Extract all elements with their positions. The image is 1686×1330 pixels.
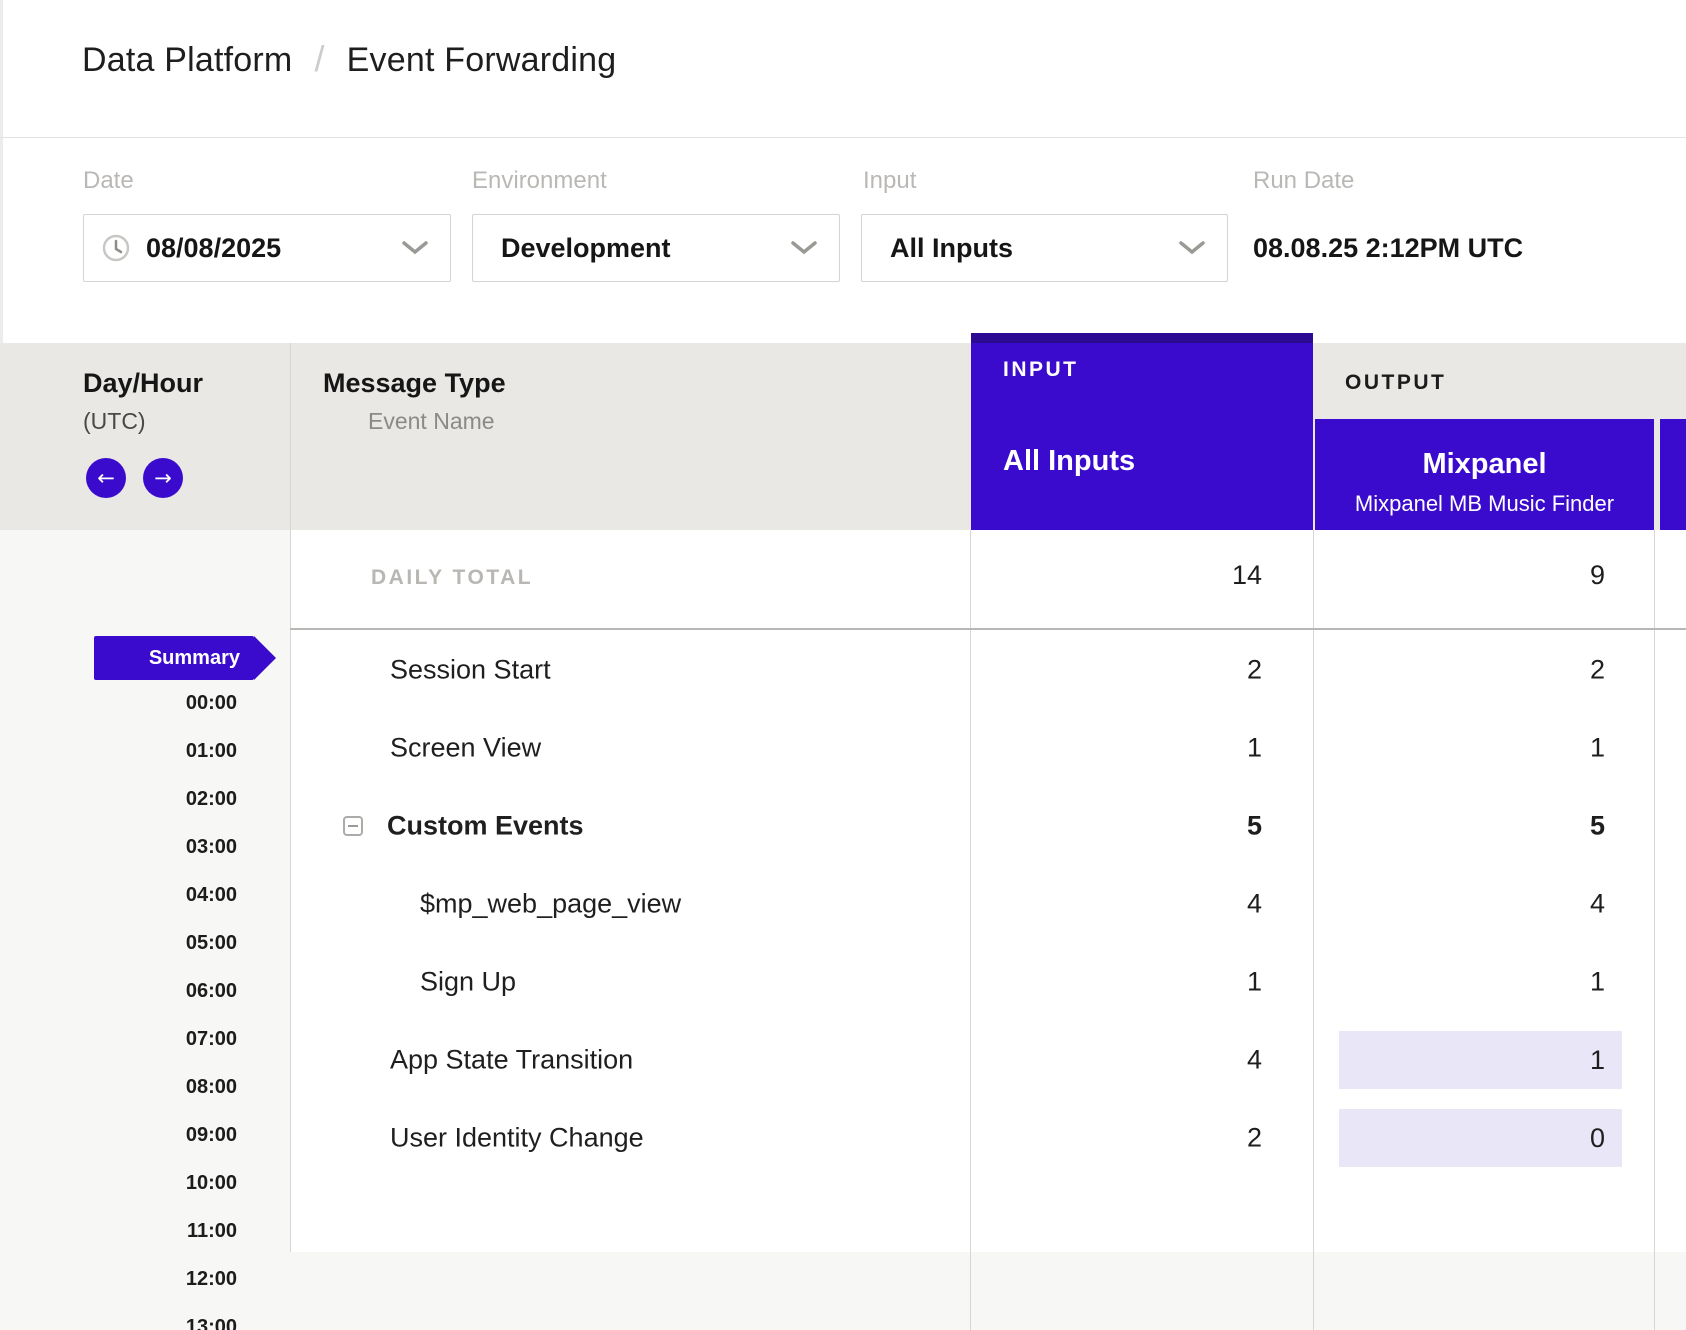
row-output-value: 1 xyxy=(1315,733,1605,764)
output-column-header-next[interactable] xyxy=(1660,419,1686,530)
table-row-custom-events: Custom Events 5 5 xyxy=(290,787,1686,865)
hour-label[interactable]: 10:00 xyxy=(82,1172,237,1200)
input-column-header[interactable]: INPUT All Inputs xyxy=(971,333,1313,530)
previous-day-button[interactable]: ← xyxy=(86,458,126,498)
hour-label[interactable]: 05:00 xyxy=(82,932,237,960)
table-footer-band xyxy=(290,1252,1686,1330)
row-label: User Identity Change xyxy=(390,1123,644,1154)
hour-label[interactable]: 13:00 xyxy=(82,1316,237,1330)
row-input-value: 2 xyxy=(971,1123,1262,1154)
table-row: Session Start 2 2 xyxy=(290,631,1686,709)
hour-label[interactable]: 12:00 xyxy=(82,1268,237,1296)
row-label: $mp_web_page_view xyxy=(420,889,681,920)
run-date-label: Run Date xyxy=(1253,167,1354,195)
header-divider xyxy=(0,137,1686,138)
input-column-accent-strip xyxy=(971,333,1313,343)
row-input-value: 1 xyxy=(971,733,1262,764)
row-output-value: 1 xyxy=(1315,967,1605,998)
date-label: Date xyxy=(83,167,134,195)
input-value: All Inputs xyxy=(890,233,1013,264)
row-label: Custom Events xyxy=(387,811,584,842)
hour-label[interactable]: 00:00 xyxy=(82,692,237,720)
breadcrumb-separator: / xyxy=(314,38,324,80)
message-type-header: Message Type xyxy=(323,368,506,399)
row-label: Screen View xyxy=(390,733,541,764)
chevron-down-icon xyxy=(402,241,428,255)
row-input-value: 1 xyxy=(971,967,1262,998)
output-column-subtitle: Mixpanel MB Music Finder xyxy=(1315,491,1654,517)
hour-label[interactable]: 01:00 xyxy=(82,740,237,768)
output-column-header-mixpanel[interactable]: Mixpanel Mixpanel MB Music Finder xyxy=(1315,419,1654,530)
row-output-value-highlighted: 0 xyxy=(1339,1109,1622,1167)
row-output-value: 2 xyxy=(1315,655,1605,686)
row-input-value: 4 xyxy=(971,889,1262,920)
day-hour-subtitle: (UTC) xyxy=(83,408,146,435)
row-label: App State Transition xyxy=(390,1045,633,1076)
row-label: Sign Up xyxy=(420,967,516,998)
event-name-subtitle: Event Name xyxy=(368,408,495,435)
hour-label[interactable]: 11:00 xyxy=(82,1220,237,1248)
table-row: User Identity Change 2 0 xyxy=(290,1099,1686,1177)
environment-value: Development xyxy=(501,233,671,264)
run-date-value: 08.08.25 2:12PM UTC xyxy=(1253,233,1523,264)
input-group-label: INPUT xyxy=(1003,358,1079,382)
chevron-down-icon xyxy=(791,241,817,255)
hour-label[interactable]: 09:00 xyxy=(82,1124,237,1152)
row-output-value: 4 xyxy=(1315,889,1605,920)
daily-total-divider xyxy=(290,628,1686,630)
hour-label[interactable]: 06:00 xyxy=(82,980,237,1008)
hour-label[interactable]: 08:00 xyxy=(82,1076,237,1104)
hour-label[interactable]: 04:00 xyxy=(82,884,237,912)
output-column-name: Mixpanel xyxy=(1315,448,1654,481)
daily-total-output-value: 9 xyxy=(1315,560,1605,591)
date-dropdown[interactable]: 08/08/2025 xyxy=(83,214,451,282)
arrow-right-icon: → xyxy=(154,466,172,490)
row-input-value: 4 xyxy=(971,1045,1262,1076)
row-label: Session Start xyxy=(390,655,551,686)
environment-label: Environment xyxy=(472,167,607,195)
daily-total-label: DAILY TOTAL xyxy=(371,566,533,590)
hour-label[interactable]: 07:00 xyxy=(82,1028,237,1056)
collapse-icon[interactable] xyxy=(343,816,363,836)
table-row: Screen View 1 1 xyxy=(290,709,1686,787)
table-row: App State Transition 4 1 xyxy=(290,1021,1686,1099)
event-forwarding-page: Data Platform / Event Forwarding Date En… xyxy=(0,0,1686,1330)
next-day-button[interactable]: → xyxy=(143,458,183,498)
day-hour-header: Day/Hour xyxy=(83,368,203,399)
input-dropdown[interactable]: All Inputs xyxy=(861,214,1228,282)
output-group-label: OUTPUT xyxy=(1345,371,1446,395)
date-value: 08/08/2025 xyxy=(146,233,281,264)
environment-dropdown[interactable]: Development xyxy=(472,214,840,282)
table-row: Sign Up 1 1 xyxy=(290,943,1686,1021)
hour-label[interactable]: 03:00 xyxy=(82,836,237,864)
day-pager: ← → xyxy=(86,458,183,498)
breadcrumb: Data Platform / Event Forwarding xyxy=(82,38,616,82)
hour-label[interactable]: 02:00 xyxy=(82,788,237,816)
page-title: Event Forwarding xyxy=(347,41,617,80)
row-output-value-highlighted: 1 xyxy=(1339,1031,1622,1089)
breadcrumb-section[interactable]: Data Platform xyxy=(82,41,292,80)
input-column-name: All Inputs xyxy=(1003,445,1135,478)
row-output-value: 5 xyxy=(1315,811,1605,842)
arrow-left-icon: ← xyxy=(97,466,115,490)
summary-tab[interactable]: Summary xyxy=(94,636,254,680)
row-input-value: 5 xyxy=(971,811,1262,842)
table-row: $mp_web_page_view 4 4 xyxy=(290,865,1686,943)
clock-icon xyxy=(102,234,130,262)
input-label: Input xyxy=(863,167,916,195)
daily-total-input-value: 14 xyxy=(971,560,1262,591)
row-input-value: 2 xyxy=(971,655,1262,686)
chevron-down-icon xyxy=(1179,241,1205,255)
